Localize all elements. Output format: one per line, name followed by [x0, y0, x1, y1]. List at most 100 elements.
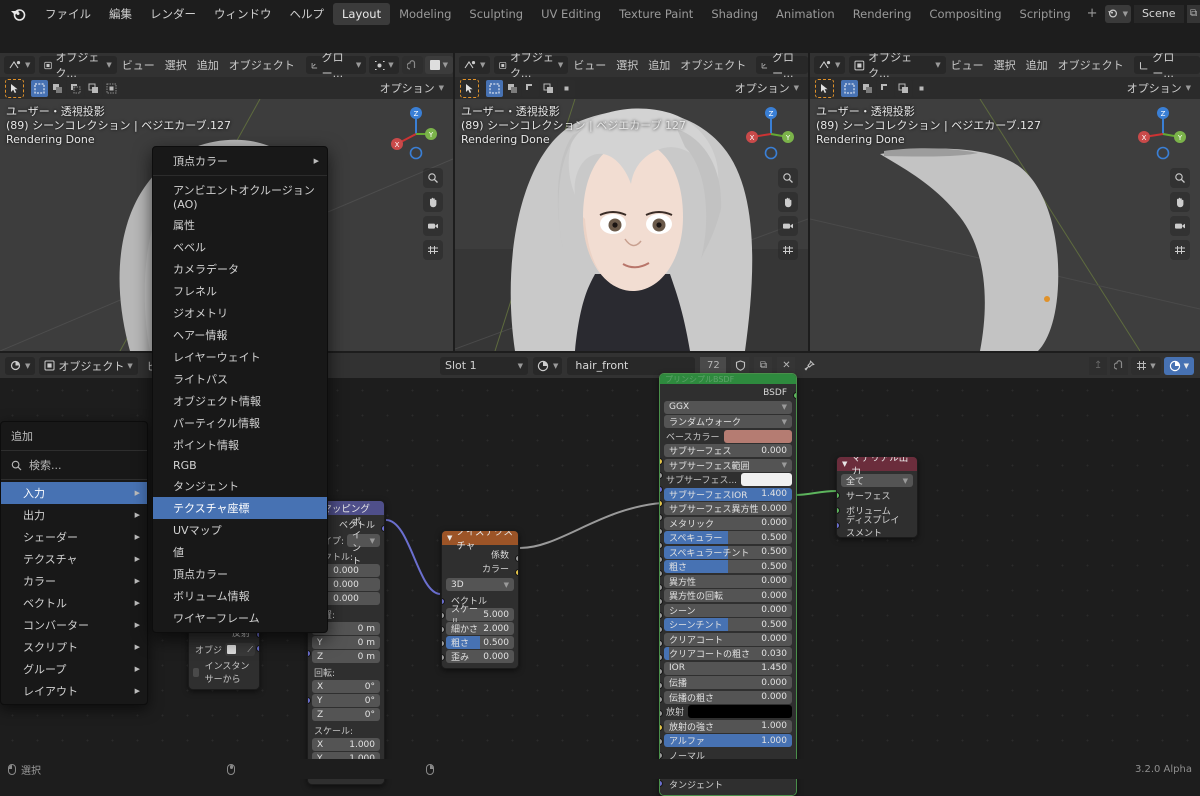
camera-view-icon-center[interactable]: [778, 216, 798, 236]
bsdf-emission-color-swatch[interactable]: [688, 705, 792, 718]
viewport-center-menu-add[interactable]: 追加: [643, 55, 675, 75]
from-instancer-checkbox[interactable]: [193, 668, 199, 677]
viewport-center-menu-object[interactable]: オブジェクト: [675, 55, 751, 75]
select-invert-icon-center[interactable]: [540, 80, 557, 97]
bsdf-subsurface-color-swatch[interactable]: [741, 473, 792, 486]
viewport-menu-view[interactable]: ビュー: [117, 55, 160, 75]
node-menu-item-light-path[interactable]: ライトパス: [153, 368, 327, 390]
mapping-rotation-z[interactable]: Z0°: [312, 708, 380, 721]
node-menu-item-attribute[interactable]: 属性: [153, 214, 327, 236]
node-noise-texture-header[interactable]: ▼ ノイズテクスチャ: [442, 531, 518, 545]
viewport-options-button[interactable]: オプション▼: [380, 80, 448, 96]
object-mode-selector-right[interactable]: オブジェク... ▼: [849, 56, 945, 74]
select-intersect-icon-center[interactable]: [558, 80, 575, 97]
snap-element-selector[interactable]: ▼: [1131, 357, 1160, 375]
bsdf-subsurface-radius-dropdown[interactable]: サブサーフェス範囲▼: [664, 459, 792, 472]
material-output-input-surface[interactable]: サーフェス: [841, 489, 913, 502]
transform-orientation-selector-center[interactable]: グロー...: [756, 56, 808, 74]
outliner-display-mode-selector[interactable]: オブジェクト ▼: [39, 357, 137, 375]
menu-edit[interactable]: 編集: [100, 3, 141, 25]
tab-shading[interactable]: Shading: [702, 3, 767, 25]
node-menu-item-geometry[interactable]: ジオメトリ: [153, 302, 327, 324]
ortho-persp-icon-center[interactable]: [778, 240, 798, 260]
blender-logo-icon[interactable]: [8, 4, 28, 24]
noise-param-scale[interactable]: スケール5.000: [446, 608, 514, 621]
menu-window[interactable]: ウィンドウ: [205, 3, 281, 25]
camera-view-icon[interactable]: [423, 216, 443, 236]
proportional-edit-toggle[interactable]: ▼: [425, 56, 453, 74]
add-menu-item-group[interactable]: グループ▶: [1, 658, 147, 680]
select-intersect-icon[interactable]: [103, 80, 120, 97]
material-output-input-displacement[interactable]: ディスプレイスメント: [841, 519, 913, 532]
tab-scripting[interactable]: Scripting: [1011, 3, 1080, 25]
object-picker-field[interactable]: ⟋: [225, 643, 255, 656]
node-menu-item-object-info[interactable]: オブジェクト情報: [153, 390, 327, 412]
object-mode-selector-center[interactable]: オブジェク... ▼: [494, 56, 568, 74]
node-menu-item-camera-data[interactable]: カメラデータ: [153, 258, 327, 280]
bsdf-row-clearcoat-roughness[interactable]: クリアコートの粗さ0.030: [664, 647, 792, 660]
tab-sculpting[interactable]: Sculpting: [460, 3, 532, 25]
select-box-icon-right[interactable]: [841, 80, 858, 97]
select-invert-icon-right[interactable]: [895, 80, 912, 97]
bsdf-row-transmission-roughness[interactable]: 伝播の粗さ0.000: [664, 691, 792, 704]
shader-slot-selector[interactable]: Slot 1▼: [440, 357, 528, 375]
select-extend-icon-center[interactable]: [504, 80, 521, 97]
bsdf-row-roughness[interactable]: 粗さ0.500: [664, 560, 792, 573]
socket-mapping-out-vector[interactable]: [381, 525, 385, 532]
menu-file[interactable]: ファイル: [36, 3, 100, 25]
node-menu-item-tangent[interactable]: タンジェント: [153, 475, 327, 497]
bsdf-output[interactable]: BSDF: [664, 386, 792, 399]
fake-user-shield-icon[interactable]: [731, 357, 749, 375]
add-menu-item-color[interactable]: カラー▶: [1, 570, 147, 592]
input-nodes-submenu[interactable]: 頂点カラー ▶ アンビエントオクルージョン(AO) 属性 ベベル カメラデータ …: [152, 146, 328, 633]
tab-modeling[interactable]: Modeling: [390, 3, 460, 25]
node-principled-bsdf[interactable]: プリンシプルBSDF BSDF GGX▼ ランダムウォーク▼ ベースカラー サブ…: [659, 373, 797, 796]
viewport-menu-object[interactable]: オブジェクト: [224, 55, 300, 75]
scene-name-field[interactable]: Scene: [1134, 5, 1184, 23]
noise-output-fac[interactable]: 係数: [446, 548, 514, 561]
mapping-location-z[interactable]: Z0 m: [312, 650, 380, 663]
pan-hand-icon-center[interactable]: [778, 192, 798, 212]
new-material-icon[interactable]: ⧉: [754, 357, 772, 375]
node-menu-item-value[interactable]: 値: [153, 541, 327, 563]
snap-toggle[interactable]: [402, 56, 423, 74]
scene-browse-icon[interactable]: ▼: [1105, 5, 1131, 23]
noise-param-roughness[interactable]: 粗さ0.500: [446, 636, 514, 649]
material-name-field[interactable]: hair_front: [567, 357, 695, 375]
add-menu-search-row[interactable]: 検索...: [1, 453, 147, 477]
add-menu-item-shader[interactable]: シェーダー▶: [1, 526, 147, 548]
viewport-right-menu-select[interactable]: 選択: [989, 55, 1021, 75]
bsdf-row-transmission[interactable]: 伝播0.000: [664, 676, 792, 689]
bsdf-subsurface-method-dropdown[interactable]: ランダムウォーク▼: [664, 415, 792, 428]
viewport-center-menu-view[interactable]: ビュー: [568, 55, 611, 75]
select-intersect-icon-right[interactable]: [913, 80, 930, 97]
pin-icon[interactable]: [800, 357, 818, 375]
tab-texture-paint[interactable]: Texture Paint: [610, 3, 702, 25]
node-menu-item-bevel[interactable]: ベベル: [153, 236, 327, 258]
bsdf-row-anisotropic-rotation[interactable]: 異方性の回転0.000: [664, 589, 792, 602]
add-menu-item-output[interactable]: 出力▶: [1, 504, 147, 526]
bsdf-row-emission-strength[interactable]: 放射の強さ1.000: [664, 720, 792, 733]
editor-type-selector[interactable]: ▼: [4, 56, 35, 74]
object-mode-selector[interactable]: オブジェク... ▼: [39, 56, 116, 74]
bsdf-row-sheen-tint[interactable]: シーンチント0.500: [664, 618, 792, 631]
tab-layout[interactable]: Layout: [333, 3, 390, 25]
node-principled-bsdf-header[interactable]: プリンシプルBSDF: [660, 374, 796, 384]
select-box-icon-center[interactable]: [486, 80, 503, 97]
mapping-location-y[interactable]: Y0 m: [312, 636, 380, 649]
select-invert-icon[interactable]: [85, 80, 102, 97]
tab-uv-editing[interactable]: UV Editing: [532, 3, 610, 25]
bsdf-row-specular[interactable]: スペキュラー0.500: [664, 531, 792, 544]
select-subtract-icon[interactable]: [67, 80, 84, 97]
viewport-right-menu-object[interactable]: オブジェクト: [1053, 55, 1129, 75]
bsdf-row-clearcoat[interactable]: クリアコート0.000: [664, 633, 792, 646]
node-menu-item-uv-map[interactable]: UVマップ: [153, 519, 327, 541]
viewport-center[interactable]: ▼ オブジェク... ▼ ビュー 選択 追加 オブジェクト グロー... オプシ…: [455, 53, 808, 351]
material-users-count[interactable]: 72: [700, 357, 726, 375]
node-material-output[interactable]: ▼ マテリアル出力 全て▼ サーフェス ボリューム ディスプレイスメント: [836, 456, 918, 538]
viewport-center-menu-select[interactable]: 選択: [611, 55, 643, 75]
shading-type-toggle[interactable]: ▼: [1164, 357, 1194, 375]
node-menu-item-texture-coordinate[interactable]: テクスチャ座標: [153, 497, 327, 519]
viewport-right[interactable]: ▼ オブジェク... ▼ ビュー 選択 追加 オブジェクト グロー... オプシ…: [810, 53, 1200, 351]
navigation-gizmo-center[interactable]: Z X Y: [742, 105, 800, 163]
